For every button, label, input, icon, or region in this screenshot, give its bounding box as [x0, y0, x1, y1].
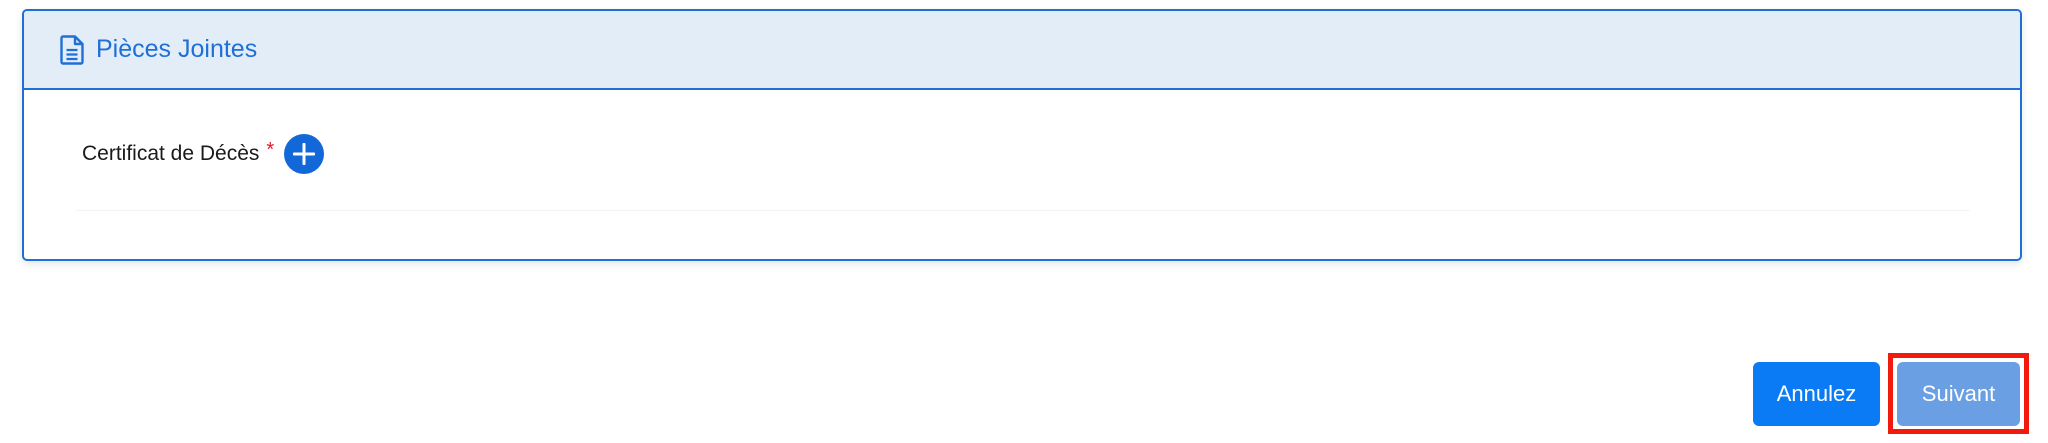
plus-circle-icon[interactable]: [284, 134, 325, 174]
card-body: Certificat de Décès *: [24, 90, 2020, 259]
required-marker: *: [266, 138, 275, 161]
attachment-field-death-certificate: Certificat de Décès *: [82, 134, 325, 174]
field-divider: [76, 210, 1970, 211]
attachments-card: Pièces Jointes Certificat de Décès *: [22, 9, 2022, 261]
cancel-button[interactable]: Annulez: [1753, 362, 1880, 426]
document-icon: [60, 34, 84, 65]
field-label: Certificat de Décès: [82, 142, 260, 165]
next-button[interactable]: Suivant: [1897, 362, 2020, 426]
card-header: Pièces Jointes: [24, 11, 2020, 90]
card-title: Pièces Jointes: [96, 35, 258, 63]
